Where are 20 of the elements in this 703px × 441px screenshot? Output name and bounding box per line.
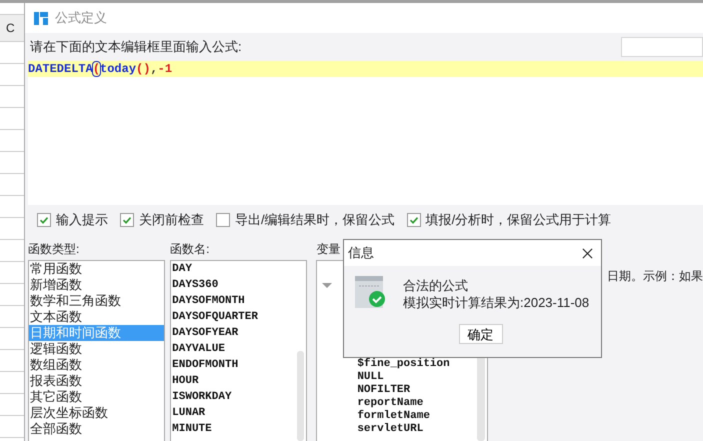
list-label: 函数类型: <box>28 241 80 258</box>
code-token: DATEDELTA <box>28 62 93 76</box>
code-token: -1 <box>158 62 172 76</box>
description-text: 日期。示例：如果 <box>606 268 703 285</box>
prompt-label: 请在下面的文本编辑框里面输入公式: <box>29 38 242 56</box>
result-text: 模拟实时计算结果为:2023-11-08 <box>403 294 590 311</box>
column-header: C <box>0 14 24 42</box>
checkbox-label: 关闭前检查 <box>139 211 204 229</box>
checkbox-label: 导出/编辑结果时，保留公式 <box>235 211 395 229</box>
message-text: 合法的公式 <box>403 277 469 294</box>
checkbox-label: 输入提示 <box>56 211 108 229</box>
code-token: today <box>100 62 136 76</box>
code-token: , <box>150 62 158 76</box>
list-label: 函数名: <box>170 241 210 258</box>
list-label: 变量 <box>316 241 340 258</box>
code-token: () <box>136 62 150 76</box>
checkbox-label: 填报/分析时，保留公式用于计算 <box>426 211 612 229</box>
window-title: 公式定义 <box>55 9 107 27</box>
dialog-title: 信息 <box>348 244 374 262</box>
code-token: ( <box>92 62 100 76</box>
